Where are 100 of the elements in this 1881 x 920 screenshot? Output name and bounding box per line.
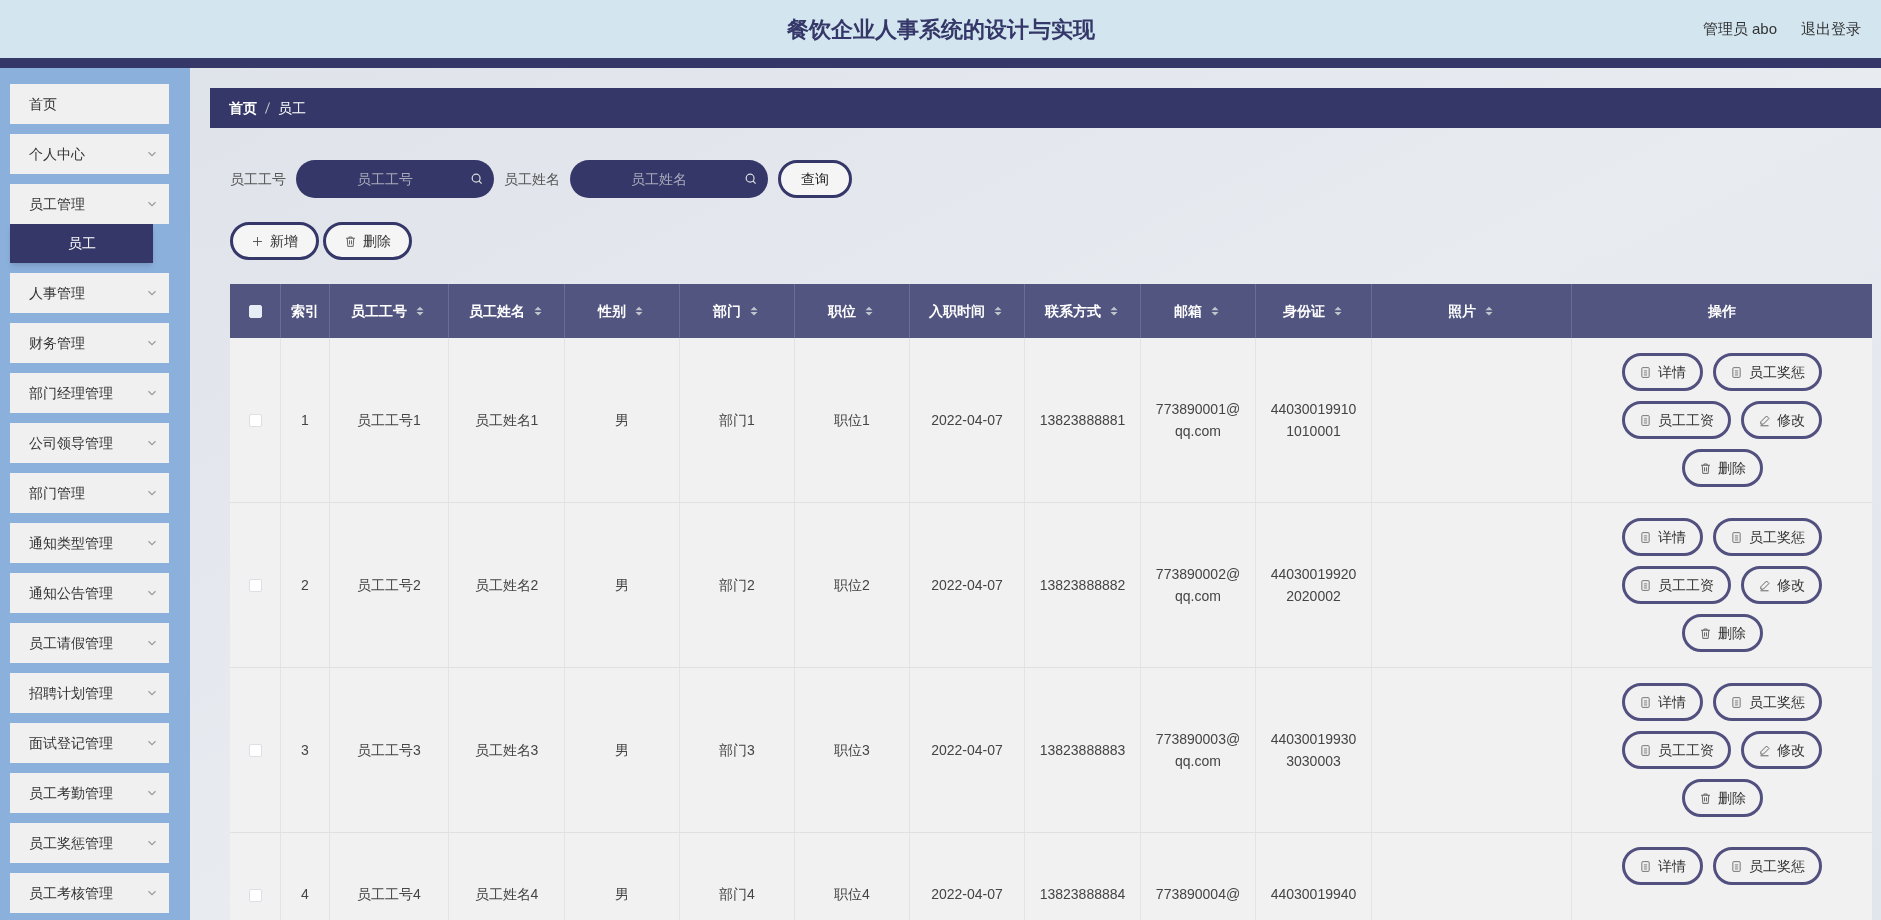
trash-icon (1698, 461, 1712, 475)
table-cell-text: 员工姓名4 (474, 885, 539, 904)
table-cell-text: 员工姓名1 (474, 411, 539, 430)
table-cell-text: 员工工号4 (357, 885, 421, 904)
table-cell-text: 员工姓名2 (474, 576, 539, 595)
sidebar-subitem[interactable]: 员工 (10, 224, 153, 263)
add-button[interactable]: 新增 (230, 222, 319, 260)
table-cell-text: 2022-04-07 (931, 741, 1003, 760)
table-cell-text: 440300199101010001 (1269, 400, 1358, 441)
sidebar-item[interactable]: 员工考勤管理 (10, 773, 169, 813)
column-header[interactable]: 联系方式 (1044, 300, 1101, 322)
column-header[interactable]: 身份证 (1282, 300, 1325, 322)
plus-icon (251, 234, 264, 248)
row-checkbox[interactable] (248, 413, 262, 427)
table-cell-text: 部门1 (719, 411, 755, 430)
action-button[interactable]: 员工奖惩 (1713, 847, 1822, 885)
breadcrumb-item[interactable]: 首页 (229, 97, 257, 119)
table-cell-text: 员工姓名3 (474, 741, 539, 760)
table-cell-text: 4 (301, 885, 309, 904)
sidebar-item[interactable]: 员工请假管理 (10, 623, 169, 663)
sidebar-item[interactable]: 通知公告管理 (10, 573, 169, 613)
app-title: 餐饮企业人事系统的设计与实现 (786, 15, 1095, 44)
select-all-checkbox[interactable] (248, 304, 262, 318)
sidebar-item[interactable]: 面试登记管理 (10, 723, 169, 763)
logout-link[interactable]: 退出登录 (1801, 17, 1861, 41)
pencil-icon (1758, 413, 1771, 427)
column-header[interactable]: 部门 (713, 300, 741, 322)
action-button[interactable]: 员工工资 (1622, 566, 1731, 604)
edit-button[interactable]: 修改 (1741, 731, 1822, 769)
action-button[interactable]: 员工工资 (1622, 731, 1731, 769)
table-cell-text: 3 (301, 741, 309, 760)
column-header: 索引 (291, 301, 319, 321)
document-icon (1730, 530, 1743, 544)
trash-icon (1698, 791, 1712, 805)
document-icon (1639, 743, 1652, 757)
sidebar-item[interactable]: 公司领导管理 (10, 423, 169, 463)
pencil-icon (1758, 578, 1771, 592)
column-header[interactable]: 性别 (598, 300, 626, 322)
edit-button[interactable]: 修改 (1741, 401, 1822, 439)
column-header[interactable]: 员工姓名 (468, 300, 525, 322)
search-field[interactable]: 员工姓名 (570, 160, 768, 198)
column-header: 操作 (1708, 301, 1736, 321)
sidebar-item[interactable]: 部门管理 (10, 473, 169, 513)
delete-button[interactable]: 删除 (1681, 779, 1763, 817)
table-cell-text: 男 (615, 576, 629, 595)
table-cell-text: 部门3 (719, 741, 755, 760)
sidebar-item[interactable]: 个人中心 (10, 134, 169, 174)
table-cell-text: 员工工号3 (357, 741, 421, 760)
table-cell-text: 2022-04-07 (931, 885, 1003, 904)
table-cell-text: 2022-04-07 (931, 576, 1003, 595)
table-cell-text: 职位3 (834, 741, 870, 760)
row-checkbox[interactable] (248, 578, 262, 592)
sidebar-item[interactable]: 通知类型管理 (10, 523, 169, 563)
table-cell-text: 员工工号1 (357, 411, 421, 430)
sidebar-item[interactable]: 财务管理 (10, 323, 169, 363)
action-button[interactable]: 员工工资 (1622, 401, 1731, 439)
document-icon (1639, 695, 1652, 709)
sidebar-item[interactable]: 人事管理 (10, 273, 169, 313)
field-label: 员工姓名 (504, 169, 560, 189)
document-icon (1639, 530, 1652, 544)
sidebar-item[interactable]: 首页 (10, 84, 169, 124)
delete-button[interactable]: 删除 (1681, 449, 1763, 487)
document-icon (1730, 695, 1743, 709)
row-checkbox[interactable] (248, 889, 262, 902)
sidebar-item[interactable]: 员工考核管理 (10, 873, 169, 913)
sidebar-item[interactable]: 员工奖惩管理 (10, 823, 169, 863)
table-cell-text: 员工工号2 (357, 576, 421, 595)
column-header[interactable]: 员工工号 (351, 300, 407, 322)
action-button[interactable]: 详情 (1622, 683, 1703, 721)
edit-button[interactable]: 修改 (1741, 566, 1822, 604)
action-button[interactable]: 员工奖惩 (1713, 353, 1822, 391)
search-button[interactable]: 查询 (778, 160, 852, 198)
document-icon (1730, 859, 1743, 873)
delete-button[interactable]: 删除 (323, 222, 412, 260)
row-checkbox[interactable] (248, 743, 262, 757)
action-button[interactable]: 详情 (1622, 847, 1703, 885)
action-button[interactable]: 员工奖惩 (1713, 683, 1822, 721)
action-button[interactable]: 详情 (1622, 518, 1703, 556)
field-label: 员工工号 (230, 169, 286, 189)
search-icon (744, 172, 758, 186)
action-button[interactable]: 详情 (1622, 353, 1703, 391)
table-cell-text: 男 (615, 741, 629, 760)
table-cell-text: 男 (615, 411, 629, 430)
column-header[interactable]: 入职时间 (929, 300, 985, 322)
column-header[interactable]: 照片 (1447, 300, 1476, 322)
sidebar-item[interactable]: 招聘计划管理 (10, 673, 169, 713)
trash-icon (344, 234, 357, 248)
document-icon (1639, 859, 1652, 873)
action-button[interactable]: 员工奖惩 (1713, 518, 1822, 556)
table-cell-text: 2022-04-07 (931, 411, 1003, 430)
column-header[interactable]: 邮箱 (1174, 300, 1202, 322)
column-header[interactable]: 职位 (828, 300, 856, 322)
table-cell-text: 773890001@qq.com (1155, 400, 1241, 441)
user-label: 管理员 abo (1702, 18, 1777, 39)
delete-button[interactable]: 删除 (1681, 614, 1763, 652)
document-icon (1730, 365, 1743, 379)
sidebar-item[interactable]: 员工管理 (10, 184, 169, 224)
search-field[interactable]: 员工工号 (296, 160, 494, 198)
sidebar-item[interactable]: 部门经理管理 (10, 373, 169, 413)
table-cell-text: 13823888881 (1039, 411, 1126, 430)
